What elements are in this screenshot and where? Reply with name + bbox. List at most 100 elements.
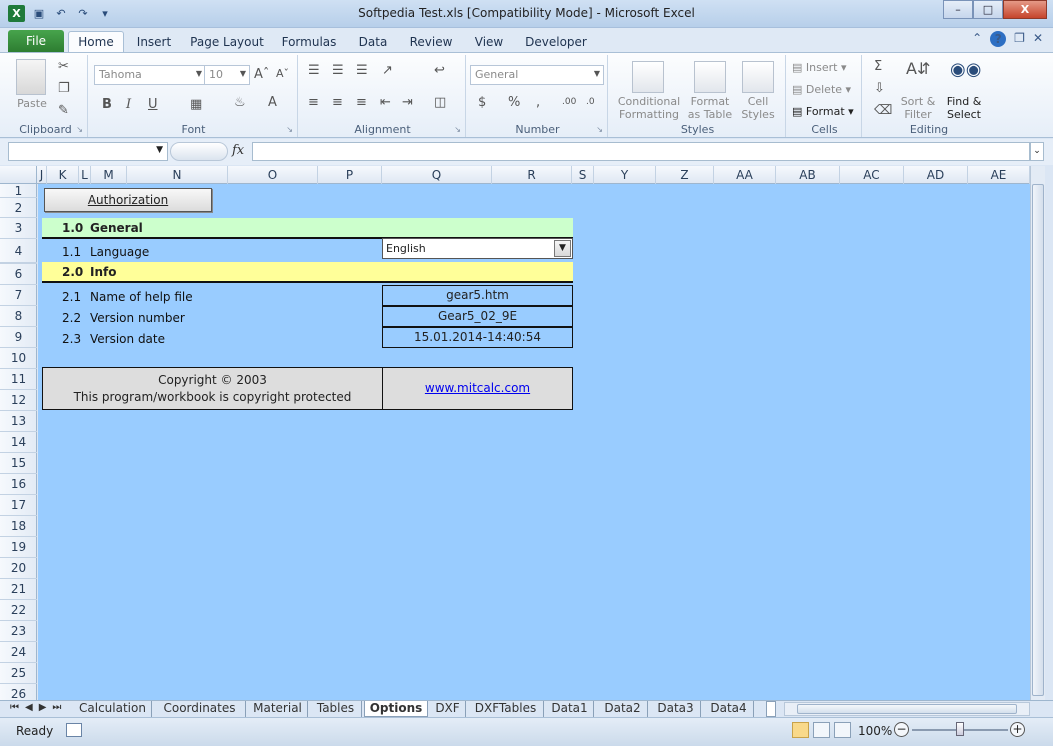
borders-icon[interactable]: ▦ bbox=[190, 97, 202, 112]
insert-function-icon[interactable]: fx bbox=[232, 143, 244, 158]
row-header[interactable]: 17 bbox=[0, 495, 37, 516]
row-header[interactable]: 12 bbox=[0, 390, 37, 411]
row-header[interactable]: 21 bbox=[0, 579, 37, 600]
minimize-ribbon-icon[interactable]: ⌃ bbox=[972, 31, 982, 47]
row-header[interactable]: 23 bbox=[0, 621, 37, 642]
scroll-thumb[interactable] bbox=[1032, 184, 1044, 696]
restore-window-icon[interactable]: ❐ bbox=[1014, 31, 1025, 47]
next-sheet-icon[interactable]: ▶ bbox=[39, 702, 47, 713]
bold-icon[interactable]: B bbox=[102, 97, 112, 112]
sheet-tab-options[interactable]: Options bbox=[364, 701, 428, 717]
increase-decimal-icon[interactable]: .00 bbox=[562, 97, 576, 107]
sheet-tab-data3[interactable]: Data3 bbox=[651, 701, 701, 717]
tab-formulas[interactable]: Formulas bbox=[280, 31, 338, 52]
tab-file[interactable]: File bbox=[8, 30, 64, 52]
clear-icon[interactable]: ⌫ bbox=[874, 103, 892, 118]
row-header[interactable]: 10 bbox=[0, 348, 37, 369]
paste-icon[interactable] bbox=[16, 59, 46, 95]
sheet-tab-dxf[interactable]: DXF bbox=[430, 701, 466, 717]
align-bottom-icon[interactable]: ☰ bbox=[356, 63, 368, 78]
close-workbook-icon[interactable]: ✕ bbox=[1033, 31, 1043, 47]
scroll-thumb[interactable] bbox=[797, 704, 1017, 714]
select-all-button[interactable] bbox=[0, 166, 37, 184]
copy-icon[interactable]: ❐ bbox=[58, 81, 70, 96]
sort-filter-button[interactable]: Sort & Filter bbox=[898, 95, 938, 121]
align-left-icon[interactable]: ≡ bbox=[308, 95, 319, 110]
normal-view-icon[interactable] bbox=[792, 722, 809, 738]
insert-cells-button[interactable]: ▤ Insert ▾ bbox=[792, 61, 858, 74]
zoom-out-icon[interactable]: − bbox=[894, 722, 909, 737]
row-header[interactable]: 3 bbox=[0, 218, 37, 239]
column-header[interactable]: J bbox=[37, 166, 47, 184]
zoom-in-icon[interactable]: + bbox=[1010, 722, 1025, 737]
column-header[interactable]: AE bbox=[968, 166, 1030, 184]
prev-sheet-icon[interactable]: ◀ bbox=[25, 702, 33, 713]
row-header[interactable]: 11 bbox=[0, 369, 37, 390]
macro-record-icon[interactable] bbox=[66, 723, 82, 737]
row-header[interactable]: 7 bbox=[0, 285, 37, 306]
language-select[interactable]: English ▼ bbox=[382, 238, 573, 259]
sheet-tab-tables[interactable]: Tables bbox=[310, 701, 362, 717]
sheet-tab-calculation[interactable]: Calculation bbox=[74, 701, 152, 717]
fill-icon[interactable]: ⇩ bbox=[874, 81, 885, 96]
tab-view[interactable]: View bbox=[470, 31, 508, 52]
page-layout-view-icon[interactable] bbox=[813, 722, 830, 738]
sort-filter-icon[interactable]: A⇵ bbox=[906, 59, 930, 78]
conditional-formatting-button[interactable]: Conditional Formatting bbox=[612, 95, 686, 121]
tab-review[interactable]: Review bbox=[408, 31, 454, 52]
website-link[interactable]: www.mitcalc.com bbox=[382, 367, 573, 410]
minimize-button[interactable]: – bbox=[943, 0, 973, 19]
column-header[interactable]: AA bbox=[714, 166, 776, 184]
name-box[interactable]: ▼ bbox=[8, 142, 168, 161]
column-header[interactable]: O bbox=[228, 166, 318, 184]
fill-color-icon[interactable]: ♨ bbox=[234, 95, 246, 110]
italic-icon[interactable]: I bbox=[126, 97, 131, 112]
first-sheet-icon[interactable]: ⏮ bbox=[10, 702, 19, 713]
align-right-icon[interactable]: ≡ bbox=[356, 95, 367, 110]
row-header[interactable]: 8 bbox=[0, 306, 37, 327]
find-select-button[interactable]: Find & Select bbox=[942, 95, 986, 121]
font-size-box[interactable]: 10 ▼ bbox=[204, 65, 250, 85]
row-header[interactable]: 1 bbox=[0, 184, 37, 198]
row-header[interactable]: 18 bbox=[0, 516, 37, 537]
wrap-text-icon[interactable]: ↩ bbox=[434, 63, 445, 78]
expand-formula-icon[interactable]: ⌄ bbox=[1030, 142, 1044, 161]
column-header[interactable]: AD bbox=[904, 166, 968, 184]
close-button[interactable]: X bbox=[1003, 0, 1047, 19]
format-painter-icon[interactable]: ✎ bbox=[58, 103, 69, 118]
align-center-icon[interactable]: ≡ bbox=[332, 95, 343, 110]
row-header[interactable]: 24 bbox=[0, 642, 37, 663]
comma-style-icon[interactable]: , bbox=[536, 95, 540, 110]
chevron-down-icon[interactable]: ▼ bbox=[554, 240, 571, 257]
dialog-launcher-icon[interactable]: ↘ bbox=[286, 125, 293, 134]
conditional-formatting-icon[interactable] bbox=[632, 61, 664, 93]
formula-input[interactable] bbox=[252, 142, 1030, 161]
decrease-indent-icon[interactable]: ⇤ bbox=[380, 95, 391, 110]
column-header[interactable]: Z bbox=[656, 166, 714, 184]
version-date-value[interactable]: 15.01.2014-14:40:54 bbox=[382, 327, 573, 348]
dialog-launcher-icon[interactable]: ↘ bbox=[454, 125, 461, 134]
row-header[interactable]: 25 bbox=[0, 663, 37, 684]
help-file-value[interactable]: gear5.htm bbox=[382, 285, 573, 306]
tab-data[interactable]: Data bbox=[354, 31, 392, 52]
cell-styles-button[interactable]: Cell Styles bbox=[736, 95, 780, 121]
font-color-icon[interactable]: A bbox=[268, 95, 277, 110]
page-break-view-icon[interactable] bbox=[834, 722, 851, 738]
format-as-table-button[interactable]: Format as Table bbox=[682, 95, 738, 121]
version-number-value[interactable]: Gear5_02_9E bbox=[382, 306, 573, 327]
orientation-icon[interactable]: ↗ bbox=[382, 63, 393, 78]
underline-icon[interactable]: U bbox=[148, 97, 158, 112]
column-header[interactable]: L bbox=[79, 166, 91, 184]
row-header[interactable]: 22 bbox=[0, 600, 37, 621]
merge-center-icon[interactable]: ◫ bbox=[434, 95, 446, 110]
row-header[interactable]: 13 bbox=[0, 411, 37, 432]
column-header[interactable]: P bbox=[318, 166, 382, 184]
sheet-tab-material[interactable]: Material bbox=[248, 701, 308, 717]
sheet-tab-data2[interactable]: Data2 bbox=[598, 701, 648, 717]
column-header[interactable]: M bbox=[91, 166, 127, 184]
row-header[interactable]: 20 bbox=[0, 558, 37, 579]
align-middle-icon[interactable]: ☰ bbox=[332, 63, 344, 78]
worksheet[interactable]: Authorization 1.0 General 1.1 Language E… bbox=[38, 184, 1030, 700]
row-header[interactable]: 19 bbox=[0, 537, 37, 558]
help-icon[interactable]: ? bbox=[990, 31, 1007, 47]
